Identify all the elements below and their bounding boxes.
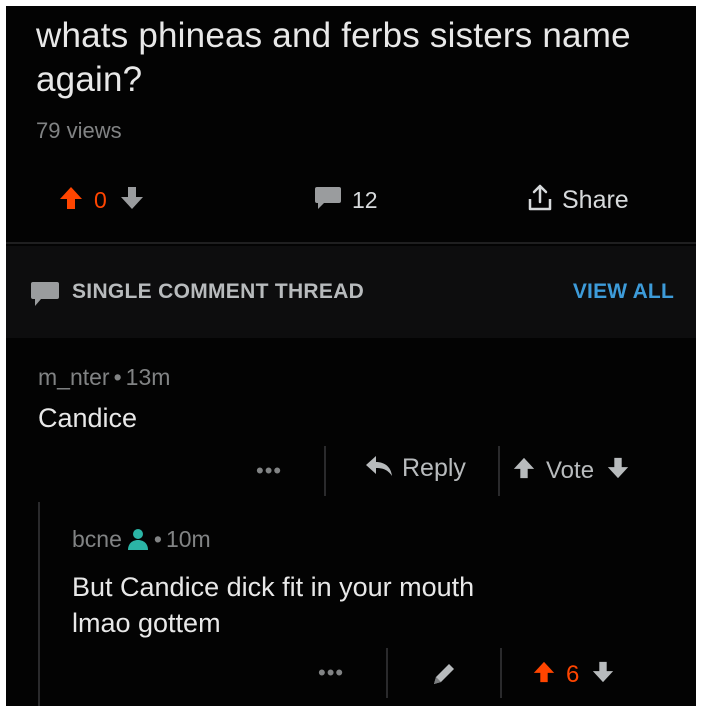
- meta-separator: •: [113, 364, 122, 390]
- comment-meta: m_nter • 13m: [38, 364, 170, 391]
- upvote-arrow-icon[interactable]: [532, 660, 556, 689]
- comment-bubble-icon: [314, 185, 342, 216]
- reply-arrow-icon: [364, 454, 394, 483]
- comment-vote-group: 6: [532, 660, 615, 689]
- downvote-arrow-icon[interactable]: [606, 456, 630, 485]
- user-icon: [126, 527, 150, 557]
- comments-count: 12: [352, 186, 378, 213]
- post-actions-bar: 0 12 Share: [6, 178, 696, 222]
- comment-parent: m_nter • 13m Candice: [38, 364, 170, 434]
- pencil-icon[interactable]: [430, 660, 458, 693]
- comment-bubble-icon: [30, 280, 60, 313]
- separator: [324, 446, 326, 496]
- more-options-button[interactable]: •••: [256, 458, 282, 484]
- comment-actions: ••• Reply Vote: [6, 446, 696, 500]
- comment-body: Candice: [38, 403, 138, 433]
- share-icon: [526, 183, 554, 218]
- divider: [6, 242, 696, 244]
- comment-actions: ••• 6: [6, 648, 696, 702]
- comment-reply: bcne • 10m But Candice dick fit in your m…: [72, 526, 682, 641]
- thread-label: SINGLE COMMENT THREAD: [72, 280, 365, 303]
- comment-body-line: But Candice dick fit in your mouth: [72, 572, 475, 602]
- comment-age: 10m: [165, 526, 211, 552]
- upvote-arrow-icon[interactable]: [512, 456, 536, 485]
- separator: [386, 648, 388, 698]
- comment-age: 13m: [125, 364, 171, 390]
- comment-author[interactable]: m_nter: [38, 364, 110, 390]
- comment-author[interactable]: bcne: [72, 526, 122, 552]
- reply-label: Reply: [402, 454, 466, 482]
- post-header: whats phineas and ferbs sisters name aga…: [36, 14, 686, 144]
- vote-label: Vote: [546, 456, 595, 484]
- more-options-button[interactable]: •••: [318, 660, 344, 686]
- comment-meta: bcne • 10m: [72, 526, 682, 557]
- meta-separator: •: [153, 526, 162, 552]
- post-score: 0: [94, 186, 107, 213]
- separator: [498, 446, 500, 496]
- app-frame: whats phineas and ferbs sisters name aga…: [6, 6, 696, 706]
- share-button[interactable]: Share: [526, 178, 629, 222]
- post-views: 79 views: [36, 118, 122, 143]
- single-thread-bar: SINGLE COMMENT THREAD VIEW ALL: [6, 246, 696, 338]
- reply-button[interactable]: Reply: [364, 454, 466, 483]
- comment-body-line: lmao gottem: [72, 608, 221, 638]
- view-all-link[interactable]: VIEW ALL: [573, 280, 674, 304]
- downvote-arrow-icon[interactable]: [591, 660, 615, 689]
- upvote-arrow-icon[interactable]: [58, 185, 84, 216]
- separator: [500, 648, 502, 698]
- post-vote-group: 0: [58, 178, 145, 222]
- downvote-arrow-icon[interactable]: [119, 185, 145, 216]
- share-label: Share: [562, 185, 629, 214]
- comment-score: 6: [566, 660, 580, 688]
- comments-button[interactable]: 12: [314, 178, 378, 222]
- comment-body: But Candice dick fit in your mouth lmao …: [72, 569, 682, 641]
- post-title: whats phineas and ferbs sisters name aga…: [36, 16, 631, 99]
- comment-vote-group: Vote: [512, 456, 630, 485]
